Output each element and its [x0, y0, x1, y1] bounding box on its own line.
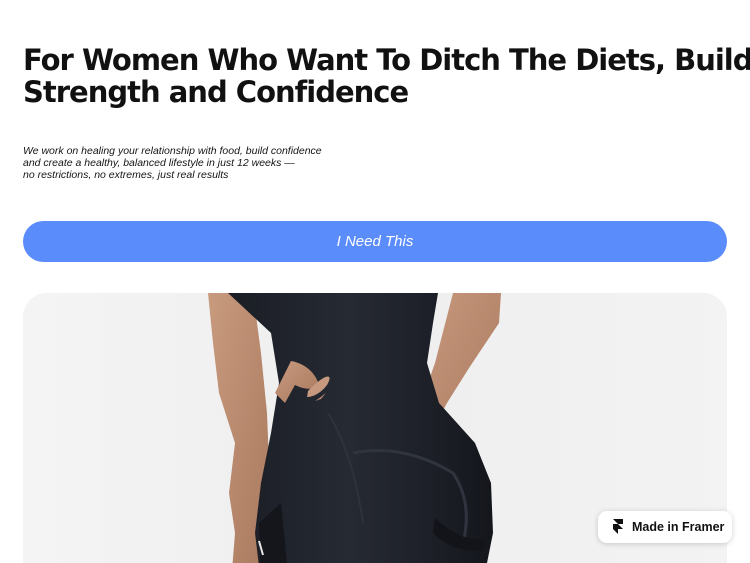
made-in-framer-badge[interactable]: Made in Framer: [598, 511, 732, 543]
made-in-framer-label: Made in Framer: [632, 520, 725, 534]
landing-page: For Women Who Want To Ditch The Diets, B…: [0, 0, 750, 563]
hero-description: We work on healing your relationship wit…: [23, 145, 383, 181]
headline-line-2: Strength and Confidence: [23, 75, 409, 109]
description-line-3: no restrictions, no extremes, just real …: [23, 169, 229, 181]
i-need-this-button[interactable]: I Need This: [23, 221, 727, 262]
page-headline: For Women Who Want To Ditch The Diets, B…: [23, 43, 750, 109]
framer-logo-icon: [611, 519, 625, 535]
description-line-1: We work on healing your relationship wit…: [23, 145, 322, 157]
headline-line-1: For Women Who Want To Ditch The Diets, B…: [23, 43, 750, 77]
description-line-2: and create a healthy, balanced lifestyle…: [23, 157, 295, 169]
